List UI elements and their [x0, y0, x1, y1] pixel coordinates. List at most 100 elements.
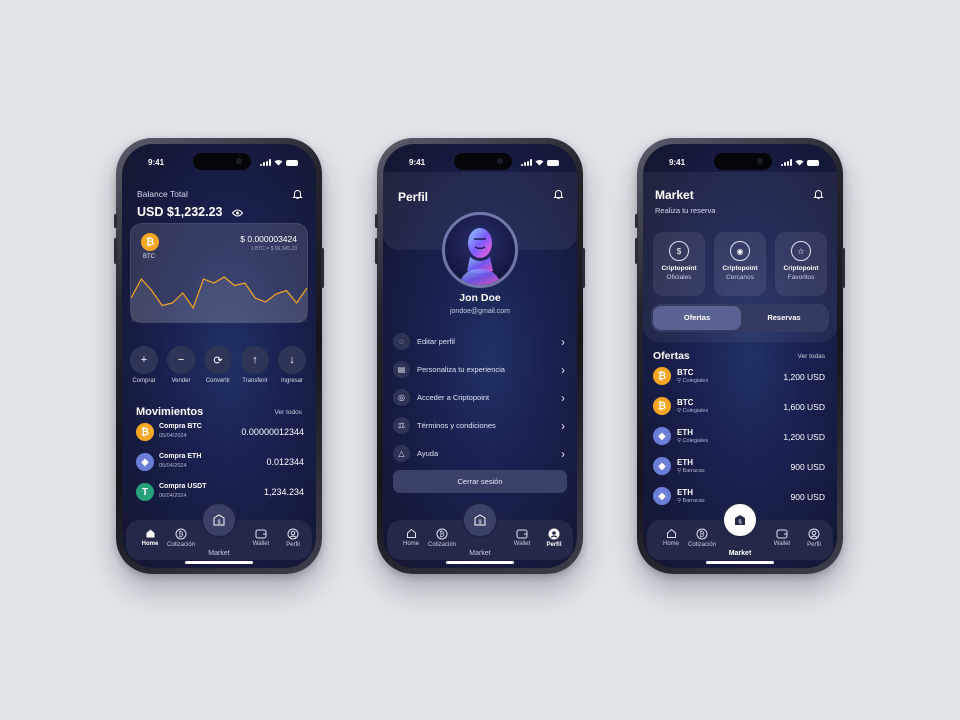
nav-cotizacion[interactable]: ₿ Cotización [424, 528, 460, 548]
offer-row[interactable]: ₿ BTC ⚲ Colegiales 1,200 USD [653, 366, 827, 388]
nav-cotizacion[interactable]: ₿ Cotización [163, 528, 199, 548]
user-edit-icon: ◌ [393, 333, 410, 350]
nav-market-button[interactable]: $ [201, 502, 237, 538]
card-title: Criptopoint [722, 265, 758, 272]
arrow-down-icon: ↓ [289, 354, 295, 366]
market-screen: 9:41 Market Realiza tu reserva $ Criptop… [643, 144, 837, 568]
nav-perfil[interactable]: Perfil [536, 528, 572, 548]
action-vender-button[interactable]: − [167, 346, 195, 374]
nav-market-label: Market [208, 550, 230, 557]
movement-title: Compra ETH [159, 453, 202, 460]
offer-row[interactable]: ◆ ETH ⚲ Barracas 900 USD [653, 456, 827, 478]
action-ingresar-button[interactable]: ↓ [278, 346, 306, 374]
page-subtitle: Realiza tu reserva [655, 206, 716, 215]
nav-market-label: Market [469, 550, 491, 557]
offer-symbol: ETH [677, 488, 693, 497]
action-label: Ingresar [280, 378, 303, 384]
btc-chart-card[interactable]: ₿ BTC $ 0.000003424 1 BTC = $ 66,345.23 [130, 223, 308, 323]
coin-icon: ◆ [136, 453, 154, 471]
action-label: Transferir [242, 378, 268, 384]
nav-wallet[interactable]: Wallet [764, 528, 800, 547]
bitcoin-icon: ₿ [436, 528, 448, 540]
offer-location: ⚲ Barracas [677, 468, 705, 474]
movement-row[interactable]: T Compra USDT 06/04/2024 1,234.234 [136, 481, 304, 503]
coin-icon: T [136, 483, 154, 501]
bell-icon[interactable] [292, 188, 303, 200]
menu-icon-glyph: ⚖ [397, 421, 406, 430]
menu-item-label: Acceder a Criptopoint [417, 393, 490, 402]
action-convertir-button[interactable]: ⟳ [204, 346, 232, 374]
menu-item[interactable]: ◎ Acceder a Criptopoint › [393, 387, 567, 409]
offer-row[interactable]: ◆ ETH ⚲ Colegiales 1,200 USD [653, 426, 827, 448]
action-label: Vender [171, 378, 191, 384]
criptopoint-cercanos-card[interactable]: ◉ Criptopoint Cercanos [714, 232, 766, 296]
side-button [114, 214, 117, 228]
eye-icon[interactable] [232, 209, 243, 217]
menu-item[interactable]: △ Ayuda › [393, 443, 567, 465]
wifi-icon [795, 159, 804, 166]
movement-row[interactable]: ◆ Compra ETH 05/04/2024 0.012344 [136, 451, 304, 473]
movement-amount: 0.00000012344 [241, 427, 304, 437]
action-label: Convertir [205, 378, 231, 384]
coin-icon: ◆ [653, 457, 671, 475]
movement-row[interactable]: ₿ Compra BTC 05/04/2024 0.00000012344 [136, 421, 304, 443]
battery-icon [547, 159, 559, 166]
star-pin-icon: ☆ [791, 241, 811, 261]
menu-icon-glyph: ◌ [399, 337, 404, 346]
action-transferir-button[interactable]: ↑ [241, 346, 269, 374]
nav-cotizacion-label: Cotización [427, 542, 456, 548]
wifi-icon [274, 159, 283, 166]
offer-location: ⚲ Colegiales [677, 438, 709, 444]
wifi-icon [535, 159, 544, 166]
signal-icon [260, 159, 271, 166]
chevron-right-icon: › [561, 335, 565, 349]
offer-price: 900 USD [790, 492, 826, 502]
menu-icon-glyph: ◎ [398, 393, 405, 402]
market-icon: $ [213, 514, 225, 526]
tab-ofertas[interactable]: Ofertas [653, 306, 741, 330]
offer-row[interactable]: ₿ BTC ⚲ Colegiales 1,600 USD [653, 396, 827, 418]
home-icon [666, 528, 676, 538]
home-indicator [185, 561, 253, 564]
menu-item[interactable]: ⚖ Términos y condiciones › [393, 415, 567, 437]
nav-market-label: Market [728, 550, 752, 557]
shield-dollar-icon: $ [669, 241, 689, 261]
bell-icon[interactable] [813, 188, 824, 200]
offers-see-all[interactable]: Ver todas [798, 353, 825, 360]
movement-date: 06/04/2024 [159, 493, 187, 499]
nav-market-button[interactable]: $ [462, 502, 498, 538]
bitcoin-icon: ₿ [175, 528, 187, 540]
movements-see-all[interactable]: Ver todos [275, 409, 302, 416]
side-button [375, 214, 378, 228]
nav-wallet[interactable]: Wallet [504, 528, 540, 547]
tab-reservas[interactable]: Reservas [741, 306, 827, 330]
menu-item[interactable]: ◌ Editar perfil › [393, 331, 567, 353]
action-comprar-button[interactable]: + [130, 346, 158, 374]
logout-label: Cerrar sesión [457, 477, 503, 486]
nav-perfil[interactable]: Perfil [796, 528, 832, 548]
btc-line-chart [131, 276, 307, 322]
avatar[interactable] [442, 212, 518, 288]
status-time: 9:41 [148, 158, 165, 167]
arrow-up-icon: ↑ [252, 354, 258, 366]
nav-cotizacion[interactable]: ₿ Cotización [684, 528, 720, 548]
side-button [321, 248, 324, 288]
side-button [582, 248, 585, 288]
logout-button[interactable]: Cerrar sesión [393, 470, 567, 493]
home-screen: 9:41 Balance Total USD $1,232.23 ₿ BTC $… [122, 144, 316, 568]
status-icons [260, 159, 298, 166]
nav-perfil[interactable]: Perfil [275, 528, 311, 548]
menu-item[interactable]: ▤ Personaliza tu experiencia › [393, 359, 567, 381]
card-subtitle: Favoritos [787, 274, 815, 281]
dynamic-island [714, 153, 772, 170]
minus-icon: − [177, 354, 185, 366]
movements-title: Movimientos [136, 406, 204, 418]
btc-symbol: BTC [143, 254, 155, 260]
scale-icon: ⚖ [393, 417, 410, 434]
criptopoint-favoritos-card[interactable]: ☆ Criptopoint Favoritos [775, 232, 827, 296]
bell-icon[interactable] [553, 188, 564, 200]
nav-wallet[interactable]: Wallet [243, 528, 279, 547]
criptopoint-oficiales-card[interactable]: $ Criptopoint Oficiales [653, 232, 705, 296]
card-subtitle: Oficiales [666, 274, 692, 281]
nav-market-button[interactable]: $ [722, 502, 758, 538]
